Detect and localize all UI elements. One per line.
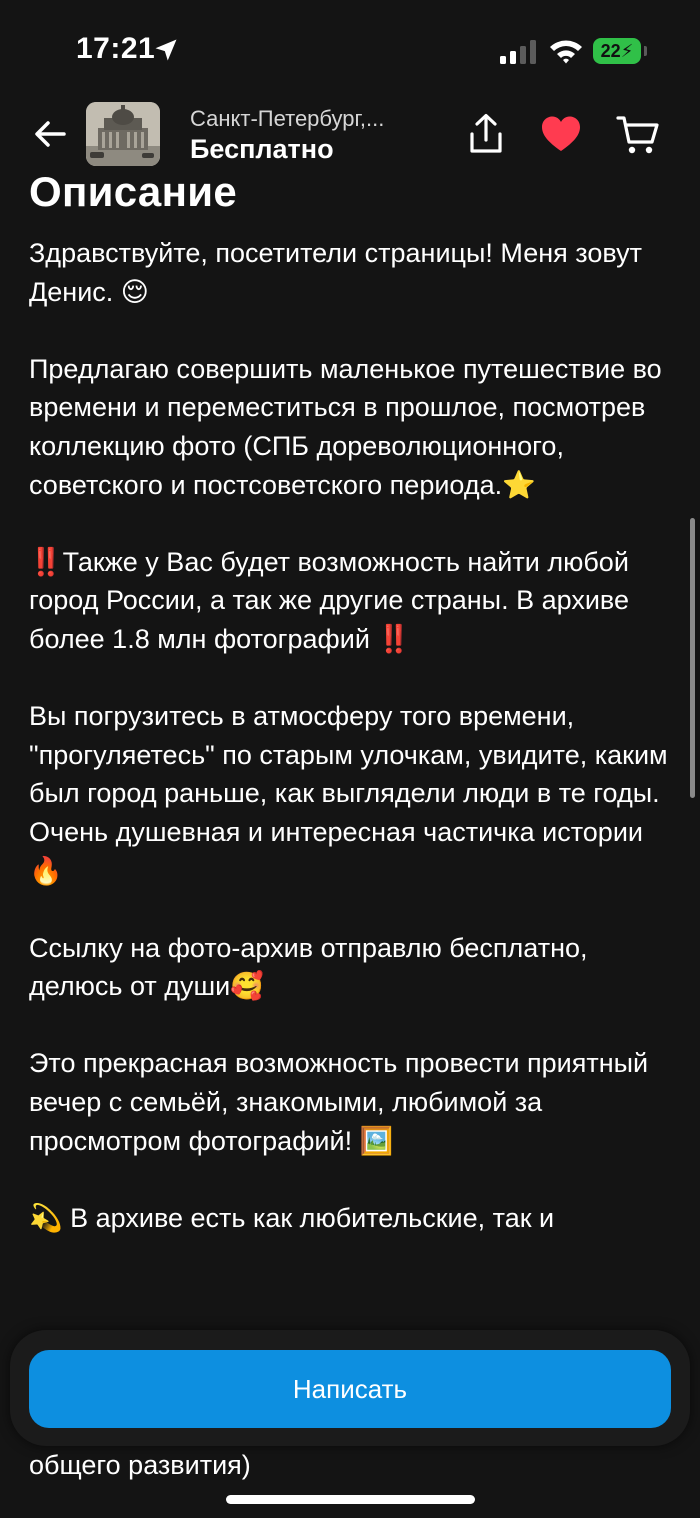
description-paragraph-3: ‼️Также у Вас будет возможность найти лю… xyxy=(29,546,629,654)
back-arrow-icon[interactable] xyxy=(30,114,70,154)
description-section: Описание Здравствуйте, посетители страни… xyxy=(29,166,669,1237)
description-paragraph-1: Здравствуйте, посетители страницы! Меня … xyxy=(29,238,642,307)
cart-icon[interactable] xyxy=(616,114,660,156)
section-title: Описание xyxy=(29,168,238,215)
listing-price: Бесплатно xyxy=(190,134,334,164)
battery-nub xyxy=(644,46,647,56)
charging-bolt-icon: ⚡ xyxy=(620,41,634,61)
description-paragraph-7: 💫 В архиве есть как любительские, так и xyxy=(29,1202,555,1233)
description-paragraph-2: Предлагаю совершить маленькое путешестви… xyxy=(29,353,662,500)
battery-level: 22 xyxy=(600,41,621,61)
cellular-signal-icon xyxy=(500,40,536,64)
listing-location: Санкт-Петербург,... xyxy=(190,106,385,131)
description-tail-text: общего развития) xyxy=(29,1450,251,1480)
listing-thumbnail[interactable] xyxy=(86,102,160,166)
location-arrow-icon xyxy=(155,39,177,61)
scrollbar-thumb[interactable] xyxy=(690,518,695,798)
status-bar: 17:21 22⚡ xyxy=(0,0,700,100)
battery-indicator: 22⚡ xyxy=(593,38,641,64)
write-message-button[interactable]: Написать xyxy=(29,1350,671,1428)
screen: 17:21 22⚡ Санкт-Петербург,... Бесплатно … xyxy=(0,0,700,1518)
share-icon[interactable] xyxy=(466,112,506,156)
wifi-icon xyxy=(550,40,582,64)
listing-header: Санкт-Петербург,... Бесплатно xyxy=(0,100,700,172)
home-indicator[interactable] xyxy=(226,1495,475,1504)
status-time: 17:21 xyxy=(76,32,156,65)
description-paragraph-5: Ссылку на фото-архив отправлю бесплатно,… xyxy=(29,932,588,1002)
heart-icon[interactable] xyxy=(540,114,582,154)
description-paragraph-4: Вы погрузитесь в атмосферу того времени,… xyxy=(29,701,668,886)
description-paragraph-6: Это прекрасная возможность провести прия… xyxy=(29,1048,649,1156)
